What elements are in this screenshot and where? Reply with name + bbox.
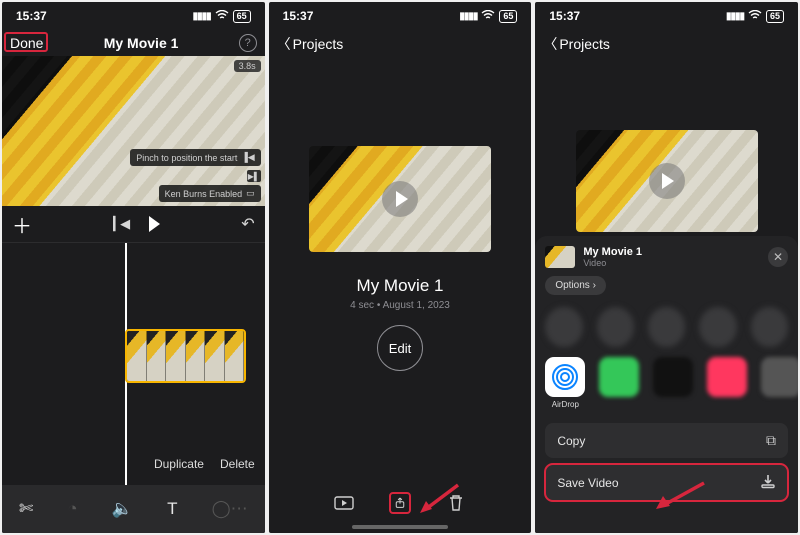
status-bar: 15:37 ▮▮▮▮ 65 (535, 2, 798, 30)
share-item-thumbnail (545, 246, 575, 268)
play-button[interactable] (149, 216, 160, 232)
battery-icon: 65 (499, 10, 517, 23)
share-item-title: My Movie 1 (583, 246, 760, 258)
save-video-action[interactable]: Save Video (545, 464, 788, 501)
airdrop-icon[interactable] (545, 357, 585, 397)
screen-editor: 15:37 ▮▮▮▮ 65 Done My Movie 1 ? 3.8s Pin… (2, 2, 265, 533)
project-meta: 4 sec • August 1, 2023 (350, 300, 450, 311)
screen-share-sheet: 15:37 ▮▮▮▮ 65 〈 Projects My Movie 1 Vide… (535, 2, 798, 533)
trash-icon[interactable] (445, 492, 467, 514)
wifi-icon (748, 9, 762, 23)
close-sheet-button[interactable]: ✕ (768, 247, 788, 267)
chevron-right-icon: › (593, 280, 596, 291)
add-media-button[interactable]: ＋ (12, 210, 32, 239)
project-footer (269, 473, 532, 533)
wifi-icon (481, 9, 495, 23)
status-time: 15:37 (283, 9, 314, 23)
wifi-icon (215, 9, 229, 23)
transport-bar: ＋ ▎◀ ↶ (2, 206, 265, 242)
app-tile[interactable] (599, 357, 639, 397)
undo-button[interactable]: ↶ (241, 214, 254, 234)
chevron-left-icon: 〈 (277, 34, 291, 54)
cell-signal-icon: ▮▮▮▮ (459, 11, 477, 22)
editor-navbar: Done My Movie 1 ? (2, 30, 265, 56)
share-sheet: My Movie 1 Video ✕ Options › AirD (535, 236, 798, 533)
timeline-clip[interactable] (125, 329, 246, 383)
home-indicator (352, 525, 448, 529)
share-button[interactable] (389, 492, 411, 514)
airdrop-label: AirDrop (552, 400, 579, 409)
timeline[interactable]: Duplicate Delete ✄ ◔ 🔈 T ◯⋯ (2, 242, 265, 533)
hint-pinch: Pinch to position the start ▐◀ (130, 149, 260, 166)
duplicate-button[interactable]: Duplicate (154, 457, 204, 471)
options-button[interactable]: Options › (545, 276, 606, 295)
help-icon[interactable]: ? (239, 34, 257, 52)
copy-icon: ⧉ (766, 432, 776, 449)
status-time: 15:37 (549, 9, 580, 23)
back-button[interactable]: 〈 Projects (269, 30, 532, 58)
back-button[interactable]: 〈 Projects (535, 30, 798, 58)
project-thumbnail[interactable] (309, 146, 491, 252)
chevron-left-icon: 〈 (543, 34, 557, 54)
kenburns-icon: ▭ (246, 188, 255, 199)
share-item-type: Video (583, 258, 760, 268)
copy-action[interactable]: Copy ⧉ (545, 423, 788, 458)
cell-signal-icon: ▮▮▮▮ (726, 11, 744, 22)
edit-button[interactable]: Edit (377, 325, 423, 371)
share-contacts-row[interactable] (545, 307, 788, 347)
video-preview[interactable]: 3.8s Pinch to position the start ▐◀ ▶▌ K… (2, 56, 265, 206)
filters-icon[interactable]: ◯⋯ (212, 499, 248, 519)
skip-start-icon[interactable]: ▎◀ (113, 216, 127, 232)
scissors-icon[interactable]: ✄ (19, 499, 33, 519)
text-tool-icon[interactable]: T (167, 499, 177, 519)
play-overlay-icon[interactable] (649, 163, 685, 199)
rewind-icon: ▐◀ (241, 152, 254, 163)
status-time: 15:37 (16, 9, 47, 23)
share-apps-row[interactable]: AirDrop (545, 357, 788, 409)
play-overlay-icon[interactable] (382, 181, 418, 217)
delete-button[interactable]: Delete (220, 457, 255, 471)
play-fullscreen-icon[interactable] (333, 492, 355, 514)
cell-signal-icon: ▮▮▮▮ (193, 11, 211, 22)
app-tile[interactable] (653, 357, 693, 397)
status-bar: 15:37 ▮▮▮▮ 65 (2, 2, 265, 30)
project-title: My Movie 1 (104, 35, 179, 51)
volume-icon[interactable]: 🔈 (112, 499, 133, 519)
screen-project-detail: 15:37 ▮▮▮▮ 65 〈 Projects My Movie 1 4 se… (269, 2, 532, 533)
project-title: My Movie 1 (357, 276, 444, 296)
battery-icon: 65 (233, 10, 251, 23)
status-bar: 15:37 ▮▮▮▮ 65 (269, 2, 532, 30)
back-label: Projects (559, 36, 610, 52)
app-tile[interactable] (707, 357, 747, 397)
clip-duration-badge: 3.8s (234, 60, 261, 72)
back-label: Projects (293, 36, 344, 52)
hint-kenburns: Ken Burns Enabled ▭ (159, 185, 261, 202)
speed-icon[interactable]: ◔ (67, 499, 77, 519)
play-forward-icon[interactable]: ▶▌ (247, 170, 261, 182)
project-thumbnail[interactable] (576, 130, 758, 232)
edit-toolbar: ✄ ◔ 🔈 T ◯⋯ (2, 485, 265, 533)
battery-icon: 65 (766, 10, 784, 23)
app-tile[interactable] (761, 357, 798, 397)
annotation-highlight-done (4, 32, 48, 52)
download-icon (760, 473, 776, 492)
